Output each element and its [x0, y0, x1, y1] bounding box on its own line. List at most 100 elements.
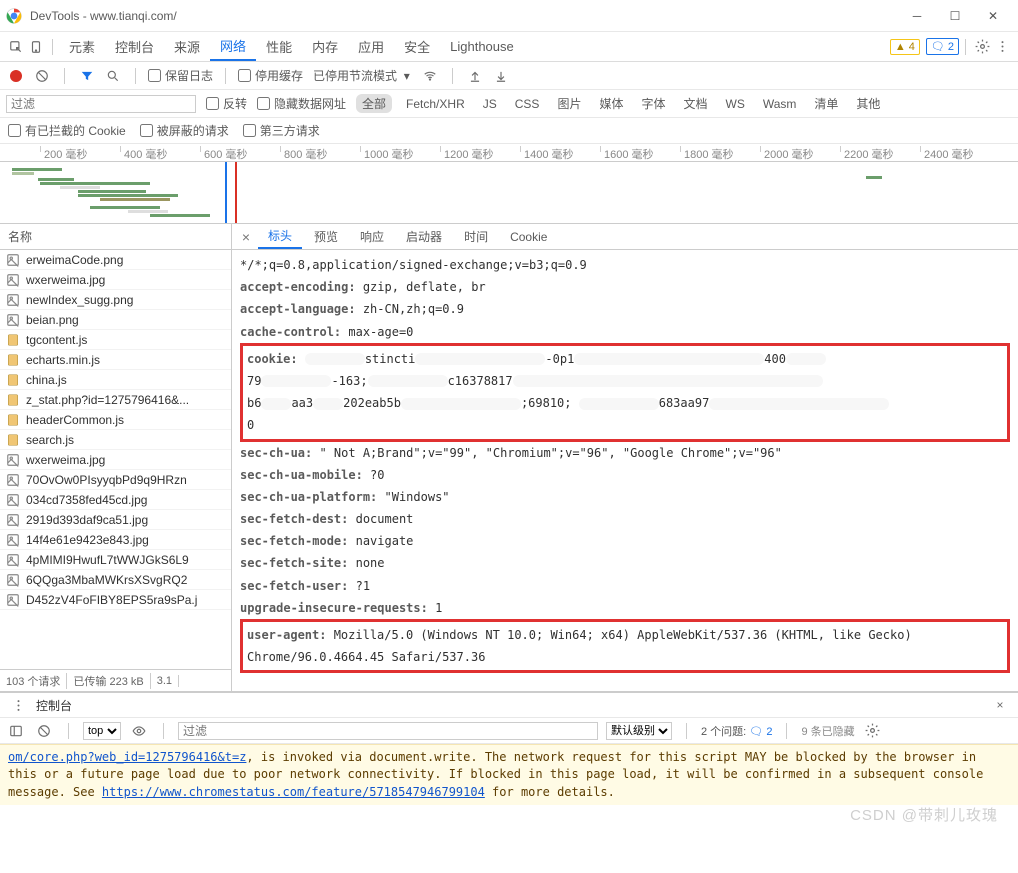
tab-lighthouse[interactable]: Lighthouse — [440, 32, 524, 61]
headers-body[interactable]: */*;q=0.8,application/signed-exchange;v=… — [232, 250, 1018, 691]
filter-wasm[interactable]: Wasm — [759, 95, 801, 113]
throttling-select[interactable]: 已停用节流模式 ▾ — [309, 66, 414, 85]
tab-sources[interactable]: 来源 — [164, 32, 210, 61]
timeline-tick: 1400 毫秒 — [520, 146, 574, 152]
file-icon — [6, 273, 20, 287]
close-button[interactable]: ✕ — [974, 2, 1012, 30]
request-row[interactable]: tgcontent.js — [0, 330, 231, 350]
inspect-icon[interactable] — [6, 36, 26, 58]
tab-application[interactable]: 应用 — [348, 32, 394, 61]
request-row[interactable]: D452zV4FoFIBY8EPS5ra9sPa.j — [0, 590, 231, 610]
file-icon — [6, 333, 20, 347]
request-row[interactable]: 14f4e61e9423e843.jpg — [0, 530, 231, 550]
console-sidebar-icon[interactable] — [6, 720, 26, 742]
file-icon — [6, 573, 20, 587]
disable-cache-checkbox[interactable]: 停用缓存 — [238, 67, 303, 84]
tab-performance[interactable]: 性能 — [256, 32, 302, 61]
request-row[interactable]: 034cd7358fed45cd.jpg — [0, 490, 231, 510]
request-list[interactable]: erweimaCode.pngwxerweima.jpgnewIndex_sug… — [0, 250, 231, 669]
filter-doc[interactable]: 文档 — [679, 93, 711, 114]
wifi-icon[interactable] — [420, 65, 440, 87]
settings-icon[interactable] — [972, 36, 992, 58]
request-row[interactable]: wxerweima.jpg — [0, 270, 231, 290]
console-link-1[interactable]: om/core.php?web_id=1275796416&t=z — [8, 750, 246, 764]
filter-media[interactable]: 媒体 — [595, 93, 627, 114]
record-button[interactable] — [6, 65, 26, 87]
tab-memory[interactable]: 内存 — [302, 32, 348, 61]
request-row[interactable]: china.js — [0, 370, 231, 390]
header-sec-fetch-mode: sec-fetch-mode: navigate — [240, 530, 1010, 552]
invert-checkbox[interactable]: 反转 — [206, 95, 247, 112]
tab-headers[interactable]: 标头 — [258, 224, 302, 249]
hidden-count[interactable]: 9 条已隐藏 — [801, 723, 854, 739]
preserve-log-checkbox[interactable]: 保留日志 — [148, 67, 213, 84]
filter-js[interactable]: JS — [479, 95, 501, 113]
tab-console[interactable]: 控制台 — [105, 32, 164, 61]
request-row[interactable]: headerCommon.js — [0, 410, 231, 430]
file-icon — [6, 433, 20, 447]
console-settings-icon[interactable] — [863, 720, 883, 742]
console-close-icon[interactable]: × — [990, 694, 1010, 716]
request-row[interactable]: 2919d393daf9ca51.jpg — [0, 510, 231, 530]
timeline-overview[interactable]: 200 毫秒400 毫秒600 毫秒800 毫秒1000 毫秒1200 毫秒14… — [0, 144, 1018, 224]
request-row[interactable]: 70OvOw0PIsyyqbPd9q9HRzn — [0, 470, 231, 490]
minimize-button[interactable]: ─ — [898, 2, 936, 30]
tab-cookies[interactable]: Cookie — [500, 224, 557, 249]
upload-har-icon[interactable] — [465, 65, 485, 87]
maximize-button[interactable]: ☐ — [936, 2, 974, 30]
timeline-tick: 1600 毫秒 — [600, 146, 654, 152]
timeline-tick: 600 毫秒 — [200, 146, 247, 152]
timeline-tick: 400 毫秒 — [120, 146, 167, 152]
hidden-requests-checkbox[interactable]: 被屏蔽的请求 — [140, 122, 229, 139]
tab-initiator[interactable]: 启动器 — [396, 224, 452, 249]
filter-font[interactable]: 字体 — [637, 93, 669, 114]
issues-label[interactable]: 2 个问题: 🗨 2 — [701, 723, 772, 739]
filter-other[interactable]: 其他 — [852, 93, 884, 114]
request-row[interactable]: search.js — [0, 430, 231, 450]
request-row[interactable]: 4pMIMI9HwufL7tWWJGkS6L9 — [0, 550, 231, 570]
search-icon[interactable] — [103, 65, 123, 87]
tab-response[interactable]: 响应 — [350, 224, 394, 249]
filter-img[interactable]: 图片 — [553, 93, 585, 114]
warnings-badge[interactable]: ▲ 4 — [890, 39, 920, 55]
request-row[interactable]: z_stat.php?id=1275796416&... — [0, 390, 231, 410]
file-name: 034cd7358fed45cd.jpg — [26, 493, 147, 507]
tab-timing[interactable]: 时间 — [454, 224, 498, 249]
log-level-select[interactable]: 默认级别 — [606, 722, 672, 740]
console-filter-input[interactable] — [178, 722, 598, 740]
tab-security[interactable]: 安全 — [394, 32, 440, 61]
console-link-2[interactable]: https://www.chromestatus.com/feature/571… — [102, 785, 485, 799]
network-toolbar: 保留日志 停用缓存 已停用节流模式 ▾ — [0, 62, 1018, 90]
request-row[interactable]: 6QQga3MbaMWKrsXSvgRQ2 — [0, 570, 231, 590]
request-row[interactable]: erweimaCode.png — [0, 250, 231, 270]
request-row[interactable]: wxerweima.jpg — [0, 450, 231, 470]
close-detail-icon[interactable]: × — [236, 229, 256, 245]
request-row[interactable]: echarts.min.js — [0, 350, 231, 370]
blocked-cookies-checkbox[interactable]: 有已拦截的 Cookie — [8, 122, 126, 139]
eye-icon[interactable] — [129, 720, 149, 742]
messages-badge[interactable]: 🗨 2 — [926, 38, 959, 55]
download-har-icon[interactable] — [491, 65, 511, 87]
tab-elements[interactable]: 元素 — [59, 32, 105, 61]
tab-network[interactable]: 网络 — [210, 32, 256, 61]
filter-fetchxhr[interactable]: Fetch/XHR — [402, 95, 469, 113]
console-clear-icon[interactable] — [34, 720, 54, 742]
request-list-header[interactable]: 名称 — [0, 224, 231, 250]
request-row[interactable]: beian.png — [0, 310, 231, 330]
context-select[interactable]: top — [83, 722, 121, 740]
filter-icon[interactable] — [77, 65, 97, 87]
device-icon[interactable] — [26, 36, 46, 58]
request-row[interactable]: newIndex_sugg.png — [0, 290, 231, 310]
user-agent-highlight-box: user-agent: Mozilla/5.0 (Windows NT 10.0… — [240, 619, 1010, 673]
filter-ws[interactable]: WS — [722, 95, 749, 113]
filter-css[interactable]: CSS — [511, 95, 544, 113]
more-icon[interactable] — [992, 36, 1012, 58]
console-more-icon[interactable] — [8, 694, 28, 716]
tab-preview[interactable]: 预览 — [304, 224, 348, 249]
filter-manifest[interactable]: 清单 — [810, 93, 842, 114]
filter-input[interactable] — [6, 95, 196, 113]
hide-data-urls-checkbox[interactable]: 隐藏数据网址 — [257, 95, 346, 112]
filter-all[interactable]: 全部 — [356, 94, 392, 113]
thirdparty-checkbox[interactable]: 第三方请求 — [243, 122, 320, 139]
clear-button[interactable] — [32, 65, 52, 87]
